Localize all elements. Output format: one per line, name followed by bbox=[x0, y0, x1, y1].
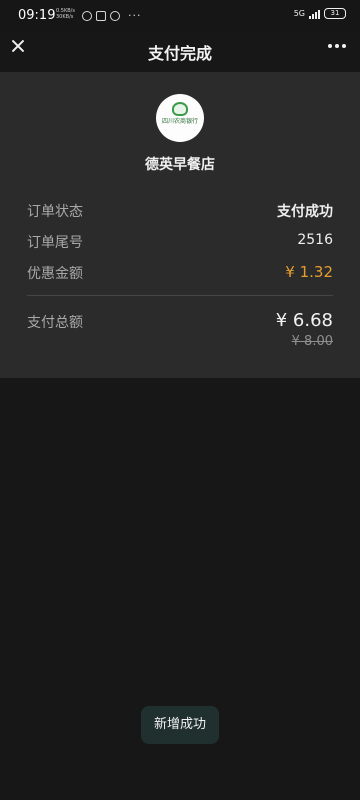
wechat-icon bbox=[110, 10, 120, 21]
battery-icon: 31 bbox=[324, 8, 346, 19]
network-speed-text: 0.5KB/s 30KB/s bbox=[56, 8, 75, 20]
bank-logo-mark bbox=[172, 102, 188, 116]
total-value: ¥ 6.68 bbox=[275, 310, 333, 331]
status-right-icons: 5G 31 bbox=[294, 8, 346, 19]
order-status-label: 订单状态 bbox=[27, 204, 83, 220]
more-icon[interactable] bbox=[328, 39, 346, 53]
message-icon bbox=[96, 10, 106, 21]
discount-label: 优惠金额 bbox=[27, 266, 83, 282]
more-notifications-icon: ··· bbox=[128, 9, 142, 22]
network-type: 5G bbox=[293, 8, 305, 18]
merchant-name: 德英早餐店 bbox=[145, 157, 215, 173]
original-value: ¥ 8.00 bbox=[291, 334, 333, 349]
page-title: 支付完成 bbox=[147, 44, 212, 63]
notification-icon bbox=[82, 10, 92, 21]
status-bar: 09:19 0.5KB/s 30KB/s ··· 5G 31 bbox=[0, 0, 360, 32]
order-status-value: 支付成功 bbox=[277, 204, 333, 220]
status-time: 09:19 bbox=[18, 8, 56, 23]
payment-summary-card: 四川农商银行 德英早餐店 订单状态 支付成功 订单尾号 2516 优惠金额 ¥ … bbox=[0, 72, 360, 378]
top-bar: 支付完成 bbox=[0, 32, 360, 72]
success-toast: 新增成功 bbox=[141, 706, 219, 744]
bank-logo-icon: 四川农商银行 bbox=[156, 94, 204, 142]
signal-icon bbox=[309, 8, 320, 19]
summary-divider bbox=[27, 295, 333, 296]
total-label: 支付总额 bbox=[27, 315, 83, 331]
order-suffix-value: 2516 bbox=[297, 232, 333, 248]
order-suffix-label: 订单尾号 bbox=[27, 235, 83, 251]
discount-value: ¥ 1.32 bbox=[285, 263, 333, 281]
bank-logo-text: 四川农商银行 bbox=[161, 118, 198, 125]
status-notification-icons: ··· bbox=[82, 9, 142, 22]
